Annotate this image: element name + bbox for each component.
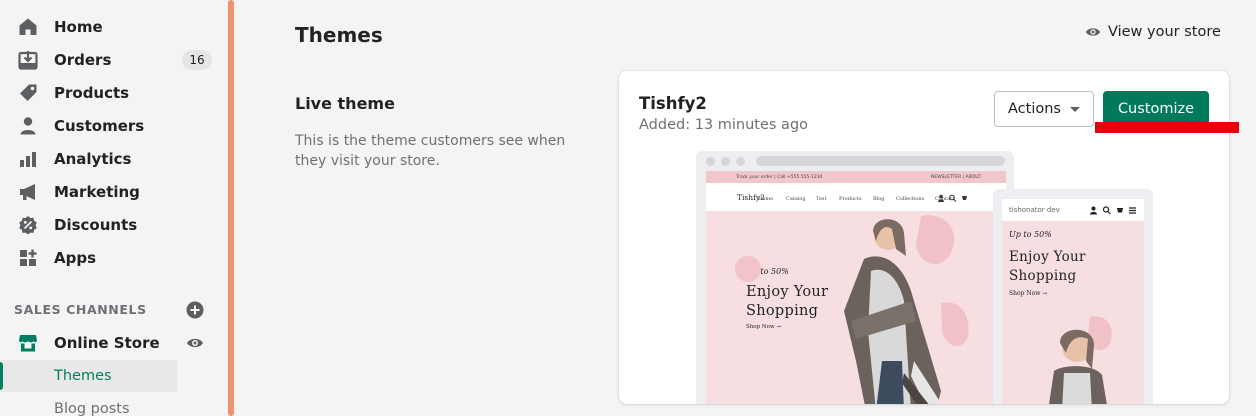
nav-item-analytics[interactable]: Analytics [0, 142, 228, 175]
window-dot-icon [736, 157, 745, 166]
mobile-model-illustration [1049, 316, 1112, 404]
window-dot-icon [721, 157, 730, 166]
preview-menu-item: Collections [896, 196, 925, 202]
actions-dropdown-button[interactable]: Actions [994, 91, 1094, 127]
theme-added-time: Added: 13 minutes ago [639, 117, 809, 133]
theme-card: Tishfy2 Added: 13 minutes ago Actions Cu… [619, 71, 1229, 404]
nav-label: Home [54, 17, 103, 36]
orders-icon [17, 49, 39, 71]
eye-icon [1085, 28, 1101, 36]
view-store-link[interactable]: View your store [1085, 24, 1221, 40]
theme-name: Tishfy2 [639, 94, 707, 113]
sidebar-item-blog-posts[interactable]: Blog posts [0, 393, 177, 416]
mobile-preview: tishonator dev Up to 50% Enjoy Your Shop… [993, 189, 1153, 404]
desktop-screen: Track your order | Call +555 555-1234 NE… [706, 171, 1006, 404]
nav-label: Orders [54, 50, 112, 69]
nav-item-products[interactable]: Products [0, 76, 228, 109]
preview-menu-item: Products [839, 196, 862, 202]
sub-item-label: Blog posts [54, 401, 130, 416]
preview-menu-item: Home [758, 196, 774, 202]
announcement-left: Track your order | Call +555 555-1234 [736, 175, 823, 180]
mobile-screen: tishonator dev Up to 50% Enjoy Your Shop… [1002, 199, 1144, 404]
preview-navbar: Tishfy2 Home Catalog Test Products Blog … [706, 183, 1006, 211]
view-store-label: View your store [1108, 24, 1221, 40]
caret-down-icon [1069, 106, 1080, 112]
preview-menu-item: Test [816, 196, 827, 202]
apps-icon [17, 247, 39, 269]
home-icon [17, 16, 39, 38]
sub-item-label: Themes [54, 368, 112, 384]
nav-item-orders[interactable]: Orders 16 [0, 43, 228, 76]
orders-count-badge: 16 [182, 49, 212, 70]
add-channel-icon[interactable] [186, 301, 204, 319]
nav-label: Online Store [54, 333, 160, 352]
tag-icon [17, 82, 39, 104]
announcement-bar: Track your order | Call +555 555-1234 NE… [706, 171, 1006, 183]
nav-item-apps[interactable]: Apps [0, 241, 228, 274]
nav-item-home[interactable]: Home [0, 10, 228, 43]
mobile-promo: Up to 50% [1009, 230, 1052, 239]
nav-item-discounts[interactable]: Discounts [0, 208, 228, 241]
sidebar-item-themes[interactable]: Themes [0, 360, 177, 392]
live-theme-heading: Live theme [295, 94, 395, 113]
annotation-highlight [1095, 122, 1239, 133]
nav-label: Products [54, 83, 130, 102]
bar-chart-icon [17, 148, 39, 170]
nav-label: Customers [54, 116, 145, 135]
live-theme-description: This is the theme customers see when the… [295, 133, 566, 169]
window-dot-icon [706, 157, 715, 166]
megaphone-icon [17, 181, 39, 203]
discount-icon [17, 214, 39, 236]
nav-label: Apps [54, 248, 97, 267]
sidebar: Home Orders 16 Products Customers Analyt… [0, 0, 228, 416]
announcement-right: NEWSLETTER | ABOUT [931, 175, 982, 180]
mobile-store-name: tishonator dev [1009, 206, 1060, 214]
mobile-headline: Enjoy Your Shopping [1009, 249, 1086, 284]
nav-label: Analytics [54, 149, 132, 168]
sales-channels-heading: SALES CHANNELS [14, 302, 147, 317]
nav-item-marketing[interactable]: Marketing [0, 175, 228, 208]
person-icon [17, 115, 39, 137]
mobile-cta: Shop Now → [1009, 290, 1048, 297]
sidebar-scrollbar[interactable] [228, 0, 234, 416]
nav-item-customers[interactable]: Customers [0, 109, 228, 142]
mobile-nav-icons [1090, 206, 1136, 215]
browser-url-bar [756, 156, 1005, 166]
page-title: Themes [295, 23, 383, 47]
nav-label: Discounts [54, 215, 138, 234]
mobile-navbar: tishonator dev [1002, 199, 1144, 221]
preview-menu-item: Blog [873, 196, 885, 202]
hero-model-illustration [735, 215, 969, 404]
actions-label: Actions [1008, 101, 1061, 117]
preview-menu-item: Catalog [786, 196, 806, 202]
desktop-preview: Track your order | Call +555 555-1234 NE… [696, 151, 1014, 404]
view-store-eye-icon[interactable] [186, 334, 204, 352]
store-icon [17, 332, 39, 354]
nav-label: Marketing [54, 182, 140, 201]
preview-nav-icons [938, 194, 967, 202]
